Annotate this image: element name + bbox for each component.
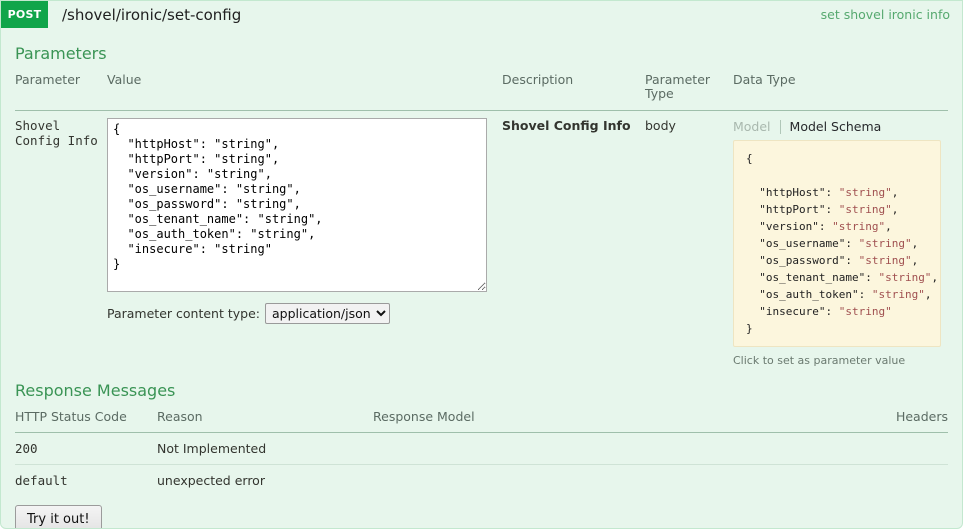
- data-type-cell: Model Model Schema { "httpHost": "string…: [733, 110, 948, 367]
- schema-open-brace: {: [746, 152, 753, 165]
- http-method-badge: POST: [1, 1, 48, 28]
- response-headers: [758, 465, 948, 497]
- column-header-description: Description: [502, 73, 645, 110]
- tab-model-schema[interactable]: Model Schema: [781, 120, 891, 133]
- responses-body: 200Not Implementeddefaultunexpected erro…: [15, 433, 948, 497]
- column-header-parameter-type: Parameter Type: [645, 73, 733, 110]
- column-header-response-model: Response Model: [373, 410, 758, 433]
- content-type-label: Parameter content type:: [107, 306, 260, 321]
- response-model: [373, 465, 758, 497]
- column-header-headers: Headers: [758, 410, 948, 433]
- parameter-type-value: body: [645, 110, 733, 367]
- operation-summary[interactable]: set shovel ironic info: [821, 1, 962, 28]
- operation-path[interactable]: /shovel/ironic/set-config: [48, 1, 821, 28]
- parameter-description: Shovel Config Info: [502, 110, 645, 367]
- try-it-out-button[interactable]: Try it out!: [15, 505, 102, 529]
- responses-header-row: HTTP Status Code Reason Response Model H…: [15, 410, 948, 433]
- operation-heading[interactable]: POST /shovel/ironic/set-config set shove…: [1, 1, 962, 28]
- table-row: Shovel Config Info Parameter content typ…: [15, 110, 948, 367]
- response-status-code: default: [15, 465, 157, 497]
- parameter-value-cell: Parameter content type: application/json: [107, 110, 502, 367]
- column-header-value: Value: [107, 73, 502, 110]
- response-model: [373, 433, 758, 465]
- schema-close-brace: }: [746, 322, 753, 335]
- response-status-code: 200: [15, 433, 157, 465]
- column-header-parameter: Parameter: [15, 73, 107, 110]
- submit-row: Try it out!: [15, 505, 948, 529]
- response-reason: unexpected error: [157, 465, 373, 497]
- content-type-row: Parameter content type: application/json: [107, 303, 502, 324]
- table-row: 200Not Implemented: [15, 433, 948, 465]
- parameters-title: Parameters: [15, 44, 948, 63]
- response-headers: [758, 433, 948, 465]
- model-schema-box[interactable]: { "httpHost": "string", "httpPort": "str…: [733, 140, 941, 347]
- response-messages-title: Response Messages: [15, 381, 948, 400]
- schema-fields: "httpHost": "string", "httpPort": "strin…: [746, 186, 938, 318]
- table-row: defaultunexpected error: [15, 465, 948, 497]
- responses-table: HTTP Status Code Reason Response Model H…: [15, 410, 948, 496]
- parameters-table: Parameter Value Description Parameter Ty…: [15, 73, 948, 367]
- tab-model-link[interactable]: Model: [733, 119, 771, 134]
- model-tabs: Model Model Schema: [733, 120, 948, 134]
- column-header-status-code: HTTP Status Code: [15, 410, 157, 433]
- schema-hint: Click to set as parameter value: [733, 354, 948, 367]
- content-type-select[interactable]: application/json: [265, 303, 390, 324]
- operation-panel: POST /shovel/ironic/set-config set shove…: [0, 0, 963, 529]
- operation-content: Parameters Parameter Value Description P…: [1, 44, 962, 529]
- response-reason: Not Implemented: [157, 433, 373, 465]
- request-body-input[interactable]: [107, 118, 487, 292]
- column-header-reason: Reason: [157, 410, 373, 433]
- parameters-header-row: Parameter Value Description Parameter Ty…: [15, 73, 948, 110]
- tab-model-schema-link[interactable]: Model Schema: [790, 119, 882, 134]
- tab-model[interactable]: Model: [733, 120, 780, 133]
- column-header-data-type: Data Type: [733, 73, 948, 110]
- parameter-name: Shovel Config Info: [15, 110, 107, 367]
